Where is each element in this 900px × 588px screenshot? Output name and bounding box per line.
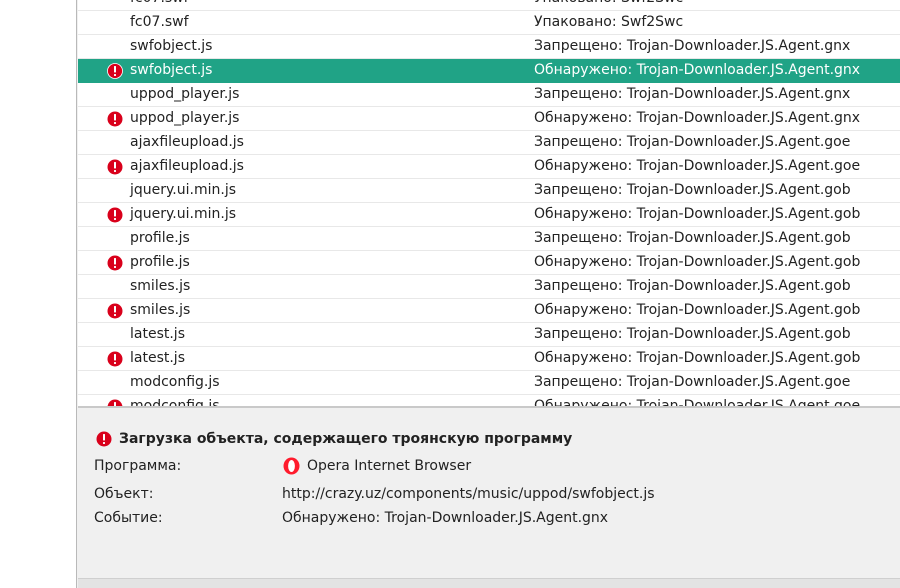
error-icon xyxy=(107,207,123,223)
table-row[interactable]: ajaxfileupload.js Запрещено: Trojan-Downl… xyxy=(78,131,900,155)
object-name: jquery.ui.min.js xyxy=(130,182,237,198)
object-name: modconfig.js xyxy=(130,398,220,406)
object-status: Обнаружено: Trojan-Downloader.JS.Agent.g… xyxy=(534,110,861,126)
object-name: uppod_player.js xyxy=(130,110,240,126)
object-status: Запрещено: Trojan-Downloader.JS.Agent.go… xyxy=(534,374,851,390)
table-row[interactable]: jquery.ui.min.js Запрещено: Trojan-Downlo… xyxy=(78,179,900,203)
table-row[interactable]: profile.js Запрещено: Trojan-Downloader.J… xyxy=(78,227,900,251)
event-label: Событие: xyxy=(94,510,163,526)
object-status: Обнаружено: Trojan-Downloader.JS.Agent.g… xyxy=(534,398,861,406)
details-title: Загрузка объекта, содержащего троянскую … xyxy=(119,431,573,447)
table-row[interactable]: smiles.js Запрещено: Trojan-Downloader.JS… xyxy=(78,275,900,299)
object-status: Обнаружено: Trojan-Downloader.JS.Agent.g… xyxy=(534,350,861,366)
table-row[interactable]: modconfig.js Обнаружено: Trojan-Downloade… xyxy=(78,395,900,406)
object-name: profile.js xyxy=(130,230,190,246)
object-name: swfobject.js xyxy=(130,62,213,78)
table-row[interactable]: jquery.ui.min.js Обнаружено: Trojan-Downl… xyxy=(78,203,900,227)
event-value: Обнаружено: Trojan-Downloader.JS.Agent.g… xyxy=(282,510,609,526)
object-status: Запрещено: Trojan-Downloader.JS.Agent.gn… xyxy=(534,38,851,54)
table-row[interactable]: uppod_player.js Обнаружено: Trojan-Downlo… xyxy=(78,107,900,131)
object-name: ajaxfileupload.js xyxy=(130,158,244,174)
object-status: Упаковано: Swf2Swc xyxy=(534,0,683,6)
program-value: Opera Internet Browser xyxy=(307,458,472,474)
left-pane xyxy=(0,0,77,588)
table-row[interactable]: latest.js Запрещено: Trojan-Downloader.JS… xyxy=(78,323,900,347)
object-status: Обнаружено: Trojan-Downloader.JS.Agent.g… xyxy=(534,254,861,270)
list-rows: fc07.swf Упаковано: Swf2Swc fc07.swf Упаков… xyxy=(78,0,900,406)
object-name: smiles.js xyxy=(130,278,191,294)
object-status: Запрещено: Trojan-Downloader.JS.Agent.go… xyxy=(534,278,851,294)
object-status: Упаковано: Swf2Swc xyxy=(534,14,684,30)
error-icon xyxy=(107,351,123,367)
table-row[interactable]: profile.js Обнаружено: Trojan-Downloader.… xyxy=(78,251,900,275)
object-status: Запрещено: Trojan-Downloader.JS.Agent.go… xyxy=(534,182,851,198)
object-name: ajaxfileupload.js xyxy=(130,134,244,150)
error-icon xyxy=(107,159,123,175)
table-row[interactable]: fc07.swf Упаковано: Swf2Swc xyxy=(78,11,900,35)
program-label: Программа: xyxy=(94,458,182,474)
error-icon xyxy=(96,431,112,447)
object-status: Запрещено: Trojan-Downloader.JS.Agent.go… xyxy=(534,134,851,150)
object-label: Объект: xyxy=(94,486,154,502)
object-name: profile.js xyxy=(130,254,190,270)
object-status: Запрещено: Trojan-Downloader.JS.Agent.go… xyxy=(534,326,851,342)
object-name: modconfig.js xyxy=(130,374,220,390)
object-name: latest.js xyxy=(130,326,185,342)
error-icon xyxy=(107,303,123,319)
object-name: uppod_player.js xyxy=(130,86,240,102)
object-status: Запрещено: Trojan-Downloader.JS.Agent.go… xyxy=(534,230,851,246)
object-status: Обнаружено: Trojan-Downloader.JS.Agent.g… xyxy=(534,302,861,318)
table-row[interactable]: modconfig.js Запрещено: Trojan-Downloader… xyxy=(78,371,900,395)
table-row[interactable]: smiles.js Обнаружено: Trojan-Downloader.J… xyxy=(78,299,900,323)
object-name: jquery.ui.min.js xyxy=(130,206,237,222)
table-row[interactable]: fc07.swf Упаковано: Swf2Swc xyxy=(78,0,900,11)
error-icon xyxy=(107,399,123,406)
object-name: fc07.swf xyxy=(130,14,189,30)
detected-objects-list[interactable]: fc07.swf Упаковано: Swf2Swc fc07.swf Упаков… xyxy=(78,0,900,406)
object-status: Обнаружено: Trojan-Downloader.JS.Agent.g… xyxy=(534,206,861,222)
table-row[interactable]: uppod_player.js Запрещено: Trojan-Downloa… xyxy=(78,83,900,107)
object-name: swfobject.js xyxy=(130,38,213,54)
details-panel: Загрузка объекта, содержащего троянскую … xyxy=(78,408,900,578)
table-row[interactable]: ajaxfileupload.js Обнаружено: Trojan-Down… xyxy=(78,155,900,179)
object-status: Обнаружено: Trojan-Downloader.JS.Agent.g… xyxy=(534,158,861,174)
opera-icon xyxy=(283,457,300,475)
bottom-bar xyxy=(78,578,900,588)
error-icon xyxy=(107,63,123,79)
object-name: fc07.swf xyxy=(130,0,189,6)
error-icon xyxy=(107,111,123,127)
table-row[interactable]: swfobject.js Обнаружено: Trojan-Downloade… xyxy=(78,59,900,83)
table-row[interactable]: latest.js Обнаружено: Trojan-Downloader.J… xyxy=(78,347,900,371)
table-row[interactable]: swfobject.js Запрещено: Trojan-Downloader… xyxy=(78,35,900,59)
object-value: http://crazy.uz/components/music/uppod/s… xyxy=(282,486,655,502)
error-icon xyxy=(107,255,123,271)
object-status: Обнаружено: Trojan-Downloader.JS.Agent.g… xyxy=(534,62,861,78)
object-name: latest.js xyxy=(130,350,185,366)
object-name: smiles.js xyxy=(130,302,191,318)
object-status: Запрещено: Trojan-Downloader.JS.Agent.gn… xyxy=(534,86,851,102)
